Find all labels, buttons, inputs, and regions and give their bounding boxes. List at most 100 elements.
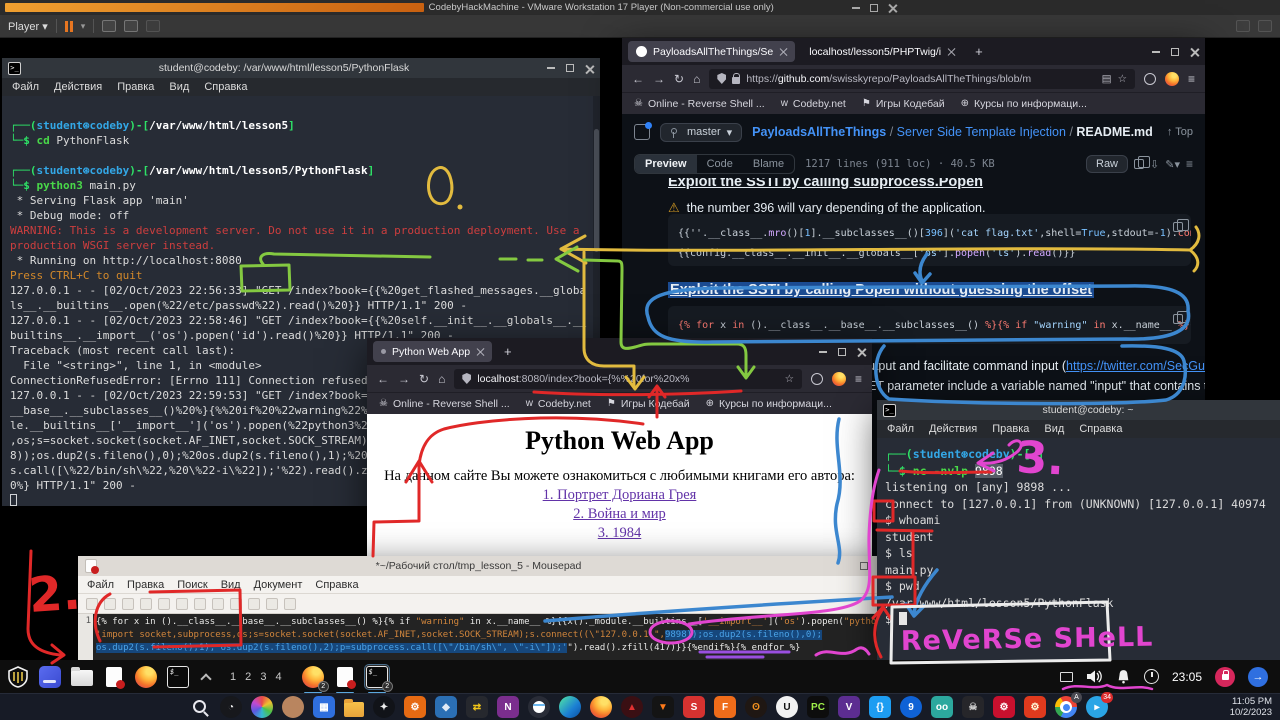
menu-hamburger-icon[interactable]: ≡ [855,372,862,386]
menu-item[interactable]: Справка [204,81,247,93]
menu-item[interactable]: Файл [887,423,914,435]
maximize-icon[interactable] [838,348,846,356]
launcher-mousepad[interactable] [102,665,126,689]
heading-subprocess-popen[interactable]: Exploit the SSTI by calling subprocess.P… [668,178,1189,193]
player-menu[interactable]: Player ▾ [8,20,48,33]
save-as-icon[interactable] [140,598,152,610]
taskbar-app-icon[interactable]: ⚙ [404,696,426,718]
terminal-titlebar[interactable]: >_ student@codeby: ~ [877,400,1280,420]
screen-lock-icon[interactable] [1215,667,1235,687]
pause-vm-button[interactable] [65,21,73,32]
close-tab-icon[interactable] [779,48,787,56]
taskbar-app-icon[interactable]: V [838,696,860,718]
paste-icon[interactable] [248,598,260,610]
taskbar-app-icon[interactable]: ⚙ [1024,696,1046,718]
tab-code[interactable]: Code [697,155,743,173]
bookmark-star-icon[interactable]: ☆ [785,373,794,385]
raw-button[interactable]: Raw [1086,155,1128,173]
window-mousepad[interactable]: *~/Рабочий стол/tmp_lesson_5 - Mousepad … [78,556,895,664]
menu-item[interactable]: Правка [127,579,164,591]
menu-item[interactable]: Вид [169,81,189,93]
new-file-icon[interactable] [86,598,98,610]
taskbar-app-icon[interactable] [559,696,581,718]
copy-code-icon[interactable] [1173,314,1183,324]
launcher-terminal[interactable]: $_ [166,665,190,689]
bookmark-item[interactable]: ⊕Курсы по информаци... [961,98,1087,110]
cut-icon[interactable] [212,598,224,610]
bookmark-item[interactable]: ⊕Курсы по информаци... [706,398,832,410]
notifications-bell-icon[interactable] [1116,669,1131,684]
taskbar-app-icon[interactable]: ☠ [962,696,984,718]
host-clock[interactable]: 11:05 PM 10/2/2023 [1230,697,1272,718]
taskbar-app-icon[interactable]: ▼ [652,696,674,718]
menu-item[interactable]: Вид [1044,423,1064,435]
branch-selector-button[interactable]: master ▾ [660,123,742,142]
bookmark-item[interactable]: ⚑Игры Кодебай [607,398,690,410]
taskbar-app-icon[interactable]: F [714,696,736,718]
minimize-icon[interactable] [1152,51,1160,53]
copy-code-icon[interactable] [1173,222,1183,232]
reload-icon[interactable]: ↻ [419,372,429,386]
undo-icon[interactable] [176,598,188,610]
vm-clock[interactable]: 23:05 [1172,670,1202,684]
forward-icon[interactable]: → [653,72,665,86]
launcher-firefox[interactable] [134,665,158,689]
breadcrumb-dir-link[interactable]: Server Side Template Injection [897,125,1066,139]
taskbar-app-icon[interactable]: ◆ [435,696,457,718]
menu-hamburger-icon[interactable]: ≡ [1188,72,1195,86]
url-bar[interactable]: localhost:8080/index?book={%%20for%20x% … [454,369,802,389]
menu-item[interactable]: Документ [254,579,303,591]
book-link-1[interactable]: 1. Портрет Дориана Грея [367,487,872,504]
fullscreen-icon[interactable] [124,20,138,32]
reload-icon[interactable]: ↻ [674,72,684,86]
taskbar-app-icon[interactable]: ʘ [745,696,767,718]
running-terminal[interactable]: $_2 [365,665,389,689]
menu-item[interactable]: Правка [117,81,154,93]
maximize-icon[interactable] [860,562,868,570]
close-icon[interactable] [1190,47,1199,56]
heading-popen-offset[interactable]: Exploit the SSTI by calling Popen withou… [668,282,1189,298]
window-list-icon[interactable] [1060,672,1073,682]
taskbar-app-icon[interactable]: A [1055,696,1077,718]
taskbar-app-icon[interactable]: ▲ [621,696,643,718]
terminal-titlebar[interactable]: >_ student@codeby: /var/www/html/lesson5… [2,58,600,78]
reader-mode-icon[interactable]: ▤ [1102,73,1112,85]
tab-python-web-app[interactable]: Python Web App [373,341,492,362]
taskbar-app-icon[interactable] [251,696,273,718]
minimize-icon[interactable] [547,67,555,69]
tab-payloadsallthethings[interactable]: PayloadsAllTheThings/Se [628,41,795,62]
home-icon[interactable]: ⌂ [693,72,700,86]
taskbar-app-icon[interactable]: oo [931,696,953,718]
taskbar-app-icon[interactable]: S [683,696,705,718]
minimize-icon[interactable] [852,7,860,9]
new-tab-button[interactable]: + [498,344,518,359]
url-bar[interactable]: https://github.com/swisskyrepo/PayloadsA… [709,69,1135,89]
menu-item[interactable]: Правка [992,423,1029,435]
maximize-icon[interactable] [870,4,878,12]
close-icon[interactable] [857,347,866,356]
kali-menu-icon[interactable] [6,665,30,689]
forward-icon[interactable]: → [398,372,410,386]
taskbar-app-icon[interactable]: ▦ [313,696,335,718]
console-view-icon[interactable] [1258,20,1272,32]
taskbar-app-icon[interactable]: ⚙ [993,696,1015,718]
file-tree-icon[interactable] [634,124,650,140]
copy-icon[interactable] [230,598,242,610]
pocket-icon[interactable] [1144,73,1156,85]
pocket-icon[interactable] [811,373,823,385]
taskbar-app-icon[interactable]: U [776,696,798,718]
download-icon[interactable]: ⇩ [1150,158,1159,171]
book-link-3[interactable]: 3. 1984 [367,525,872,542]
mousepad-editor[interactable]: 1 {% for x in ().__class__.__base__.__su… [78,614,895,664]
taskbar-app-icon[interactable]: ⇄ [466,696,488,718]
menu-item[interactable]: Справка [1079,423,1122,435]
mousepad-titlebar[interactable]: *~/Рабочий стол/tmp_lesson_5 - Mousepad [78,556,895,576]
taskbar-app-icon[interactable] [344,702,364,717]
running-firefox[interactable]: 2 [301,665,325,689]
save-icon[interactable] [122,598,134,610]
bookmark-item[interactable]: ⚑Игры Кодебай [862,98,945,110]
back-icon[interactable]: ← [377,372,389,386]
send-ctrl-alt-del-icon[interactable] [102,20,116,32]
taskbar-app-icon[interactable] [528,696,550,718]
window-terminal-nc[interactable]: >_ student@codeby: ~ ФайлДействияПравкаВ… [877,400,1280,662]
